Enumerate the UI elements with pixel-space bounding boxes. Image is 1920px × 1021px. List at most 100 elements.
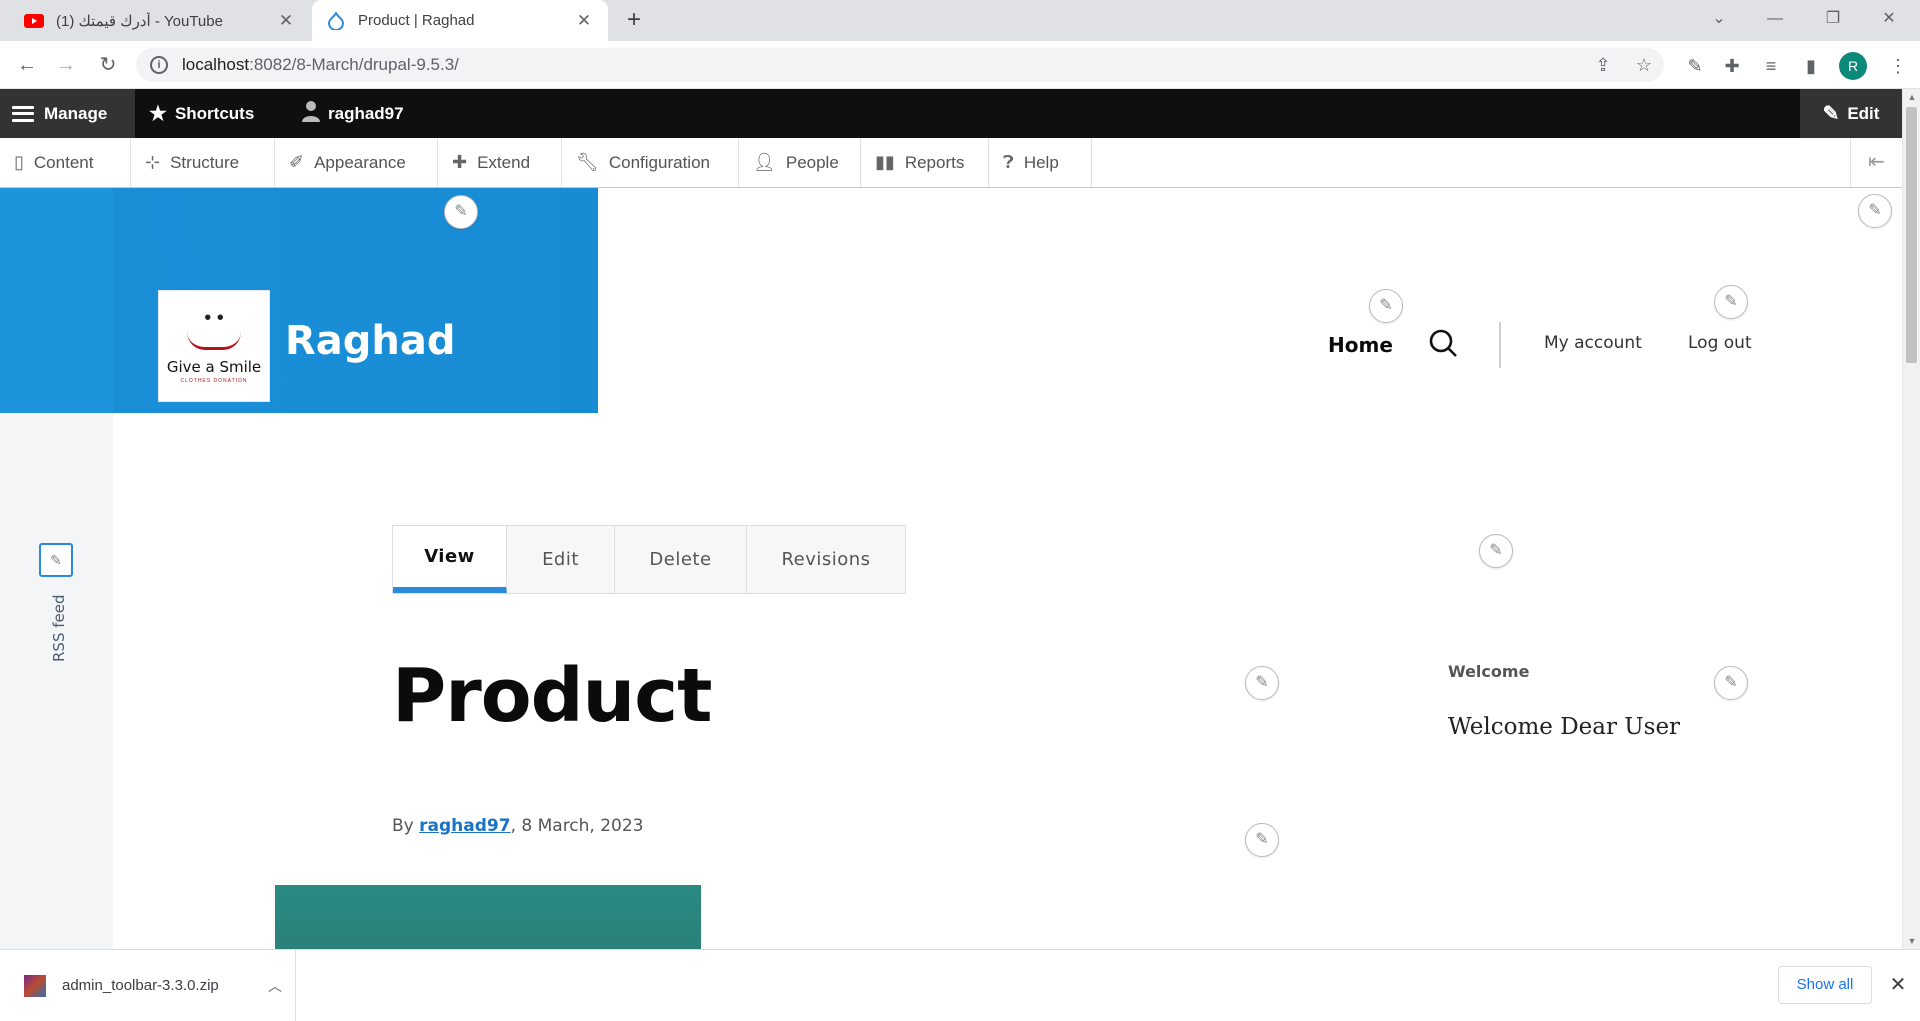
tray-item-people[interactable]: 👤︎ People <box>739 138 861 187</box>
edit-label: Edit <box>1847 103 1880 123</box>
restore-button[interactable]: ❐ <box>1810 0 1856 38</box>
scroll-thumb[interactable] <box>1906 107 1917 363</box>
tray-label: Extend <box>477 152 531 172</box>
tab-view[interactable]: View <box>393 526 507 593</box>
minimize-button[interactable]: — <box>1752 0 1798 38</box>
contextual-pencil-icon[interactable]: ✎ <box>1714 666 1748 700</box>
tray-item-appearance[interactable]: ✐ Appearance <box>275 138 438 187</box>
nav-my-account-link[interactable]: My account <box>1544 333 1642 353</box>
show-all-button[interactable]: Show all <box>1778 966 1872 1004</box>
tray-item-configuration[interactable]: 🔧︎ Configuration <box>562 138 739 187</box>
author-link[interactable]: raghad97 <box>419 816 510 836</box>
new-tab-button[interactable]: + <box>620 8 648 34</box>
user-account-button[interactable]: raghad97 <box>290 89 416 138</box>
share-icon[interactable]: ⇪ <box>1592 54 1614 76</box>
site-info-icon[interactable]: i <box>150 56 168 74</box>
extensions-puzzle-icon[interactable]: ✚ <box>1720 54 1744 78</box>
close-tab-icon[interactable]: ✕ <box>276 11 296 31</box>
archive-file-icon <box>24 974 46 997</box>
address-bar[interactable]: i localhost:8082/8-March/drupal-9.5.3/ ⇪… <box>136 48 1664 82</box>
rss-feed-link[interactable]: RSS feed <box>50 595 68 663</box>
chevron-up-icon[interactable]: ︿ <box>255 976 295 996</box>
tray-item-content[interactable]: ▯ Content <box>0 138 131 187</box>
contextual-pencil-icon[interactable]: ✎ <box>1369 289 1403 323</box>
tray-label: Configuration <box>608 152 710 172</box>
search-icon[interactable] <box>1428 328 1458 358</box>
tab-search-icon[interactable]: ⌄ <box>1696 0 1742 38</box>
page-content: • • Give a Smile CLOTHES DONATION Raghad… <box>0 188 1902 949</box>
close-download-bar-icon[interactable]: ✕ <box>1888 972 1908 997</box>
tray-label: People <box>785 152 839 172</box>
browser-tab-product[interactable]: Product | Raghad ✕ <box>312 0 608 41</box>
people-icon: 👤︎ <box>753 152 776 172</box>
paintbrush-icon: ✐ <box>289 152 305 172</box>
welcome-block-heading: Welcome <box>1448 662 1530 681</box>
puzzle-icon: ✚ <box>452 152 468 172</box>
url-text: localhost:8082/8-March/drupal-9.5.3/ <box>182 55 459 74</box>
tab-revisions[interactable]: Revisions <box>747 526 905 593</box>
tray-label: Appearance <box>314 152 406 172</box>
local-tasks-tabs: View Edit Delete Revisions <box>392 525 906 594</box>
scroll-down-arrow[interactable]: ▼ <box>1903 933 1920 949</box>
download-item[interactable]: admin_toolbar-3.3.0.zip ︿ <box>0 950 296 1021</box>
contextual-pencil-icon[interactable]: ✎ <box>1245 823 1279 857</box>
nav-log-out-link[interactable]: Log out <box>1688 333 1752 353</box>
reload-button[interactable]: ↻ <box>94 51 122 79</box>
contextual-pencil-icon[interactable]: ✎ <box>1479 534 1513 568</box>
manage-label: Manage <box>44 103 108 123</box>
side-panel-icon[interactable]: ▮ <box>1799 54 1823 78</box>
browser-toolbar: ← → ↻ i localhost:8082/8-March/drupal-9.… <box>0 41 1920 89</box>
rss-pencil-icon[interactable]: ✎ <box>39 543 73 577</box>
youtube-icon <box>24 11 44 31</box>
bar-chart-icon: ▮▮ <box>875 152 895 172</box>
shortcuts-button[interactable]: ★ Shortcuts <box>137 89 266 138</box>
site-logo[interactable]: • • Give a Smile CLOTHES DONATION <box>158 290 270 402</box>
logo-text: Give a Smile <box>166 358 262 376</box>
close-window-button[interactable]: ✕ <box>1866 0 1912 38</box>
browser-tab-youtube[interactable]: (1) أدرك قيمتك - YouTube ✕ <box>10 0 310 41</box>
tray-item-structure[interactable]: ⊹ Structure <box>131 138 275 187</box>
drupal-icon <box>326 11 346 31</box>
byline-prefix: By <box>392 816 420 836</box>
tray-label: Reports <box>904 152 965 172</box>
admin-tray: ▯ Content ⊹ Structure ✐ Appearance ✚ Ext… <box>0 138 1902 188</box>
logo-subtext: CLOTHES DONATION <box>180 378 248 384</box>
back-button[interactable]: ← <box>13 51 41 79</box>
logo-smile <box>187 332 241 350</box>
sitemap-icon: ⊹ <box>145 152 161 172</box>
contextual-pencil-icon[interactable]: ✎ <box>444 195 478 229</box>
tray-item-reports[interactable]: ▮▮ Reports <box>861 138 989 187</box>
close-tab-icon[interactable]: ✕ <box>574 11 594 31</box>
site-name[interactable]: Raghad <box>285 318 456 364</box>
forward-button[interactable]: → <box>52 51 80 79</box>
tab-delete[interactable]: Delete <box>615 526 747 593</box>
site-branding: • • Give a Smile CLOTHES DONATION Raghad <box>113 188 598 413</box>
extension-pen-icon[interactable]: ✎ <box>1683 54 1707 78</box>
page-scrollbar[interactable]: ▲ ▼ <box>1902 89 1920 949</box>
nav-divider <box>1499 322 1501 368</box>
browser-tab-strip: (1) أدرك قيمتك - YouTube ✕ Product | Rag… <box>0 0 1920 41</box>
tab-edit[interactable]: Edit <box>507 526 615 593</box>
collapse-tray-icon[interactable]: ⇤ <box>1850 138 1902 187</box>
contextual-pencil-icon[interactable]: ✎ <box>1858 194 1892 228</box>
tray-item-extend[interactable]: ✚ Extend <box>438 138 562 187</box>
nav-home-link[interactable]: Home <box>1328 333 1393 357</box>
profile-avatar[interactable]: R <box>1839 52 1867 80</box>
scroll-up-arrow[interactable]: ▲ <box>1903 89 1920 105</box>
hamburger-icon <box>12 105 34 122</box>
user-icon <box>302 100 320 128</box>
manage-menu-button[interactable]: Manage <box>0 89 135 138</box>
download-bar: admin_toolbar-3.3.0.zip ︿ Show all ✕ <box>0 949 1920 1021</box>
username-label: raghad97 <box>328 103 404 123</box>
tray-item-help[interactable]: ❓︎ Help <box>989 138 1092 187</box>
page-title: Product <box>392 653 712 739</box>
toolbar-edit-button[interactable]: ✎ Edit <box>1800 89 1902 138</box>
browser-menu-icon[interactable]: ⋮ <box>1886 54 1910 78</box>
reading-list-icon[interactable]: ≡ <box>1759 54 1783 78</box>
bookmark-star-icon[interactable]: ☆ <box>1633 54 1655 76</box>
question-circle-icon: ❓︎ <box>1003 152 1014 172</box>
contextual-pencil-icon[interactable]: ✎ <box>1245 666 1279 700</box>
contextual-pencil-icon[interactable]: ✎ <box>1714 285 1748 319</box>
wrench-icon: 🔧︎ <box>576 152 599 172</box>
tab-title: (1) أدرك قيمتك - YouTube <box>56 12 223 30</box>
